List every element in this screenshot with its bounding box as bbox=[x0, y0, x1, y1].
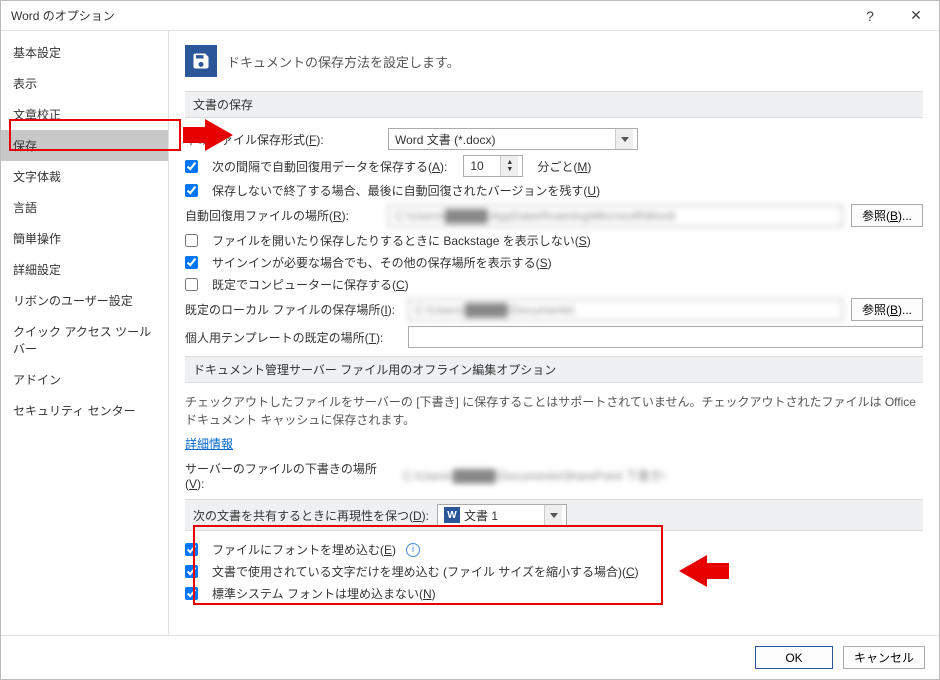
autorecover-row: 次の間隔で自動回復用データを保存する(A): 10 ▲▼ 分ごと(M) bbox=[185, 155, 923, 177]
dialog-footer: OK キャンセル bbox=[1, 635, 939, 679]
more-info-link[interactable]: 詳細情報 bbox=[185, 437, 233, 451]
server-location-value: C:\Users\█████\Documents\SharePoint 下書き\ bbox=[403, 467, 923, 484]
content-panel: ドキュメントの保存方法を設定します。 文書の保存 準のファイル保存形式(F): … bbox=[169, 31, 939, 635]
save-computer-row: 既定でコンピューターに保存する(C) bbox=[185, 276, 923, 293]
sidebar-item-advanced[interactable]: 詳細設定 bbox=[1, 254, 168, 285]
content-header-text: ドキュメントの保存方法を設定します。 bbox=[227, 52, 460, 71]
embed-fonts-label: ファイルにフォントを埋め込む(E) bbox=[212, 541, 396, 558]
ok-button[interactable]: OK bbox=[755, 646, 833, 669]
sidebar-item-display[interactable]: 表示 bbox=[1, 68, 168, 99]
template-location-row: 個人用テンプレートの既定の場所(T): bbox=[185, 326, 923, 348]
signin-checkbox[interactable] bbox=[185, 256, 198, 269]
keep-last-row: 保存しないで終了する場合、最後に自動回復されたバージョンを残す(U) bbox=[185, 182, 923, 199]
signin-row: サインインが必要な場合でも、その他の保存場所を表示する(S) bbox=[185, 254, 923, 271]
embed-used-only-row: 文書で使用されている文字だけを埋め込む (ファイル サイズを縮小する場合)(C) bbox=[185, 563, 923, 580]
help-button[interactable]: ? bbox=[847, 1, 893, 31]
default-location-field[interactable]: C:\Users\█████\Documents\ bbox=[408, 299, 843, 321]
keep-last-checkbox[interactable] bbox=[185, 184, 198, 197]
browse-autorecover-button[interactable]: 参照(B)... bbox=[851, 204, 923, 227]
share-doc-dropdown[interactable]: W 文書 1 bbox=[437, 504, 567, 526]
autorecover-interval-spinner[interactable]: 10 ▲▼ bbox=[463, 155, 523, 177]
server-location-label: サーバーのファイルの下書きの場所(V): bbox=[185, 460, 395, 491]
options-dialog: Word のオプション ? ✕ 基本設定 表示 文章校正 保存 文字体裁 言語 … bbox=[0, 0, 940, 680]
autorecover-location-field[interactable]: C:\Users\█████\AppData\Roaming\Microsoft… bbox=[388, 205, 843, 227]
autorecover-location-label: 自動回復用ファイルの場所(R): bbox=[185, 207, 380, 224]
chevron-down-icon bbox=[615, 129, 633, 149]
sidebar-item-trust[interactable]: セキュリティ センター bbox=[1, 395, 168, 426]
content-header: ドキュメントの保存方法を設定します。 bbox=[185, 45, 923, 77]
backstage-checkbox[interactable] bbox=[185, 234, 198, 247]
sidebar-item-qat[interactable]: クイック アクセス ツール バー bbox=[1, 316, 168, 364]
file-format-value: Word 文書 (*.docx) bbox=[395, 131, 495, 148]
default-location-row: 既定のローカル ファイルの保存場所(I): C:\Users\█████\Doc… bbox=[185, 298, 923, 321]
sidebar-item-language[interactable]: 言語 bbox=[1, 192, 168, 223]
sidebar-item-general[interactable]: 基本設定 bbox=[1, 37, 168, 68]
template-location-label: 個人用テンプレートの既定の場所(T): bbox=[185, 329, 400, 346]
titlebar-controls: ? ✕ bbox=[847, 1, 939, 31]
embed-fonts-checkbox[interactable] bbox=[185, 543, 198, 556]
save-icon bbox=[185, 45, 217, 77]
section-title-server: ドキュメント管理サーバー ファイル用のオフライン編集オプション bbox=[185, 356, 923, 383]
chevron-down-icon bbox=[544, 505, 562, 525]
info-icon[interactable]: i bbox=[406, 543, 420, 557]
sidebar-item-ease[interactable]: 簡単操作 bbox=[1, 223, 168, 254]
share-doc-value: 文書 1 bbox=[464, 507, 498, 524]
cancel-button[interactable]: キャンセル bbox=[843, 646, 925, 669]
keep-last-label: 保存しないで終了する場合、最後に自動回復されたバージョンを残す(U) bbox=[212, 182, 600, 199]
autorecover-checkbox[interactable] bbox=[185, 160, 198, 173]
signin-label: サインインが必要な場合でも、その他の保存場所を表示する(S) bbox=[212, 254, 552, 271]
file-format-label: 準のファイル保存形式(F): bbox=[185, 131, 380, 148]
embed-used-only-checkbox[interactable] bbox=[185, 565, 198, 578]
sidebar-item-typography[interactable]: 文字体裁 bbox=[1, 161, 168, 192]
main-area: 基本設定 表示 文章校正 保存 文字体裁 言語 簡単操作 詳細設定 リボンのユー… bbox=[1, 31, 939, 635]
default-location-label: 既定のローカル ファイルの保存場所(I): bbox=[185, 301, 400, 318]
file-format-row: 準のファイル保存形式(F): Word 文書 (*.docx) bbox=[185, 128, 923, 150]
titlebar: Word のオプション ? ✕ bbox=[1, 1, 939, 31]
sidebar-item-proofing[interactable]: 文章校正 bbox=[1, 99, 168, 130]
autorecover-label: 次の間隔で自動回復用データを保存する(A): bbox=[212, 158, 447, 175]
sidebar-item-save[interactable]: 保存 bbox=[1, 130, 168, 161]
embed-fonts-row: ファイルにフォントを埋め込む(E) i bbox=[185, 541, 923, 558]
spinner-buttons-icon: ▲▼ bbox=[500, 156, 518, 176]
section-title-share: 次の文書を共有するときに再現性を保つ(D): W 文書 1 bbox=[185, 499, 923, 531]
browse-default-button[interactable]: 参照(B)... bbox=[851, 298, 923, 321]
server-desc-text: チェックアウトしたファイルをサーバーの [下書き] に保存することはサポートされ… bbox=[185, 393, 923, 429]
section-title-save: 文書の保存 bbox=[185, 91, 923, 118]
template-location-field[interactable] bbox=[408, 326, 923, 348]
no-sys-fonts-checkbox[interactable] bbox=[185, 587, 198, 600]
server-location-row: サーバーのファイルの下書きの場所(V): C:\Users\█████\Docu… bbox=[185, 460, 923, 491]
sidebar: 基本設定 表示 文章校正 保存 文字体裁 言語 簡単操作 詳細設定 リボンのユー… bbox=[1, 31, 169, 635]
save-computer-label: 既定でコンピューターに保存する(C) bbox=[212, 276, 409, 293]
backstage-label: ファイルを開いたり保存したりするときに Backstage を表示しない(S) bbox=[212, 232, 591, 249]
autorecover-location-row: 自動回復用ファイルの場所(R): C:\Users\█████\AppData\… bbox=[185, 204, 923, 227]
no-sys-fonts-row: 標準システム フォントは埋め込まない(N) bbox=[185, 585, 923, 602]
autorecover-interval-value: 10 bbox=[470, 159, 483, 173]
save-computer-checkbox[interactable] bbox=[185, 278, 198, 291]
window-title: Word のオプション bbox=[11, 7, 847, 24]
sidebar-item-addins[interactable]: アドイン bbox=[1, 364, 168, 395]
word-icon: W bbox=[444, 507, 460, 523]
sidebar-item-ribbon[interactable]: リボンのユーザー設定 bbox=[1, 285, 168, 316]
autorecover-unit-label: 分ごと(M) bbox=[537, 158, 591, 175]
file-format-dropdown[interactable]: Word 文書 (*.docx) bbox=[388, 128, 638, 150]
close-button[interactable]: ✕ bbox=[893, 1, 939, 31]
embed-used-only-label: 文書で使用されている文字だけを埋め込む (ファイル サイズを縮小する場合)(C) bbox=[212, 563, 639, 580]
no-sys-fonts-label: 標準システム フォントは埋め込まない(N) bbox=[212, 585, 436, 602]
section-share-label: 次の文書を共有するときに再現性を保つ(D): bbox=[193, 507, 429, 524]
backstage-row: ファイルを開いたり保存したりするときに Backstage を表示しない(S) bbox=[185, 232, 923, 249]
